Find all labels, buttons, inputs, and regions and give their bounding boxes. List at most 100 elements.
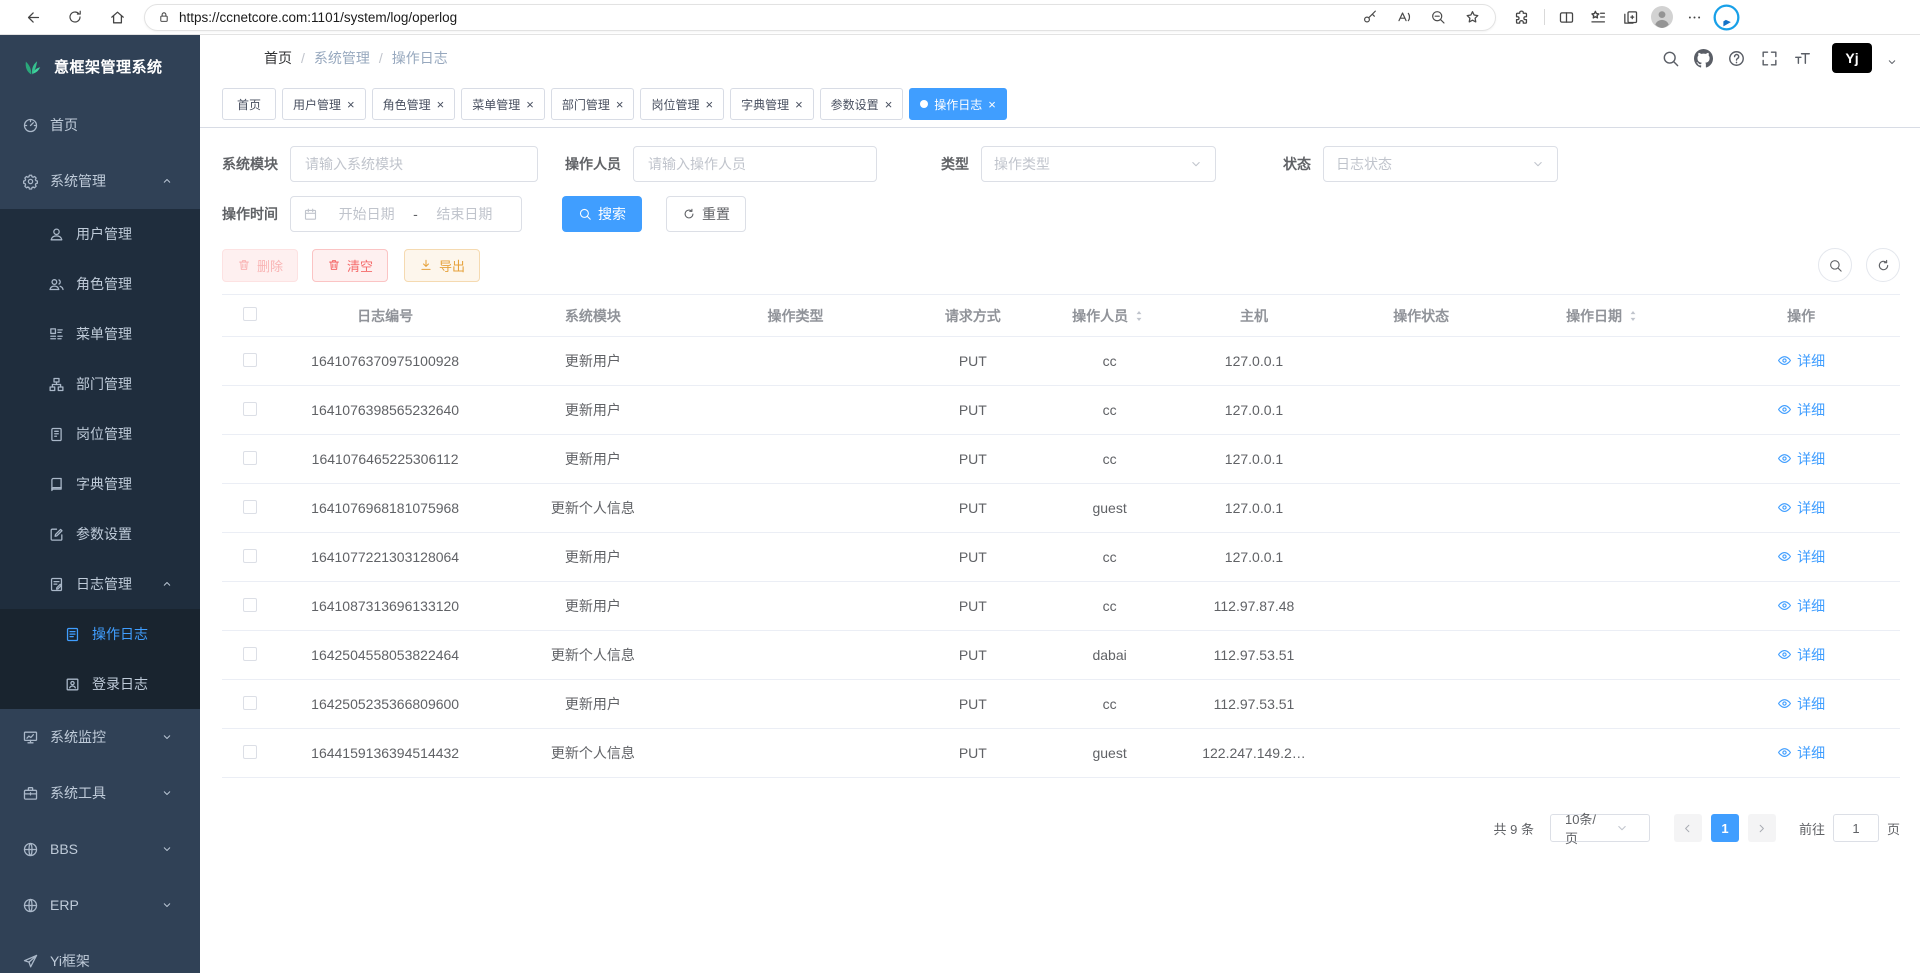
profile-button[interactable] (1647, 3, 1677, 31)
tab-close-icon[interactable]: × (795, 98, 803, 111)
tab-role[interactable]: 角色管理× (372, 88, 456, 120)
sidebar-item-system-mgmt[interactable]: 系统管理 (0, 153, 200, 209)
split-screen-button[interactable] (1551, 3, 1581, 31)
row-checkbox[interactable] (243, 696, 257, 710)
tab-dept[interactable]: 部门管理× (551, 88, 635, 120)
sidebar-item-param-settings[interactable]: 参数设置 (0, 509, 200, 559)
row-checkbox[interactable] (243, 745, 257, 759)
read-aloud-button[interactable] (1391, 5, 1417, 29)
user-avatar[interactable]: Yj (1832, 43, 1872, 73)
sidebar-item-yi-framework[interactable]: Yi框架 (0, 933, 200, 973)
bing-chat-button[interactable] (1711, 3, 1741, 31)
goto-label: 前往 (1799, 819, 1825, 838)
sidebar-fold-toggle[interactable] (222, 47, 244, 69)
reset-button[interactable]: 重置 (666, 196, 746, 232)
row-checkbox[interactable] (243, 402, 257, 416)
tab-home[interactable]: 首页 (222, 88, 276, 120)
sidebar-item-log-mgmt[interactable]: 日志管理 (0, 559, 200, 609)
sidebar-item-oper-log[interactable]: 操作日志 (0, 609, 200, 659)
status-select[interactable]: 日志状态 (1323, 146, 1558, 182)
clear-button[interactable]: 清空 (312, 249, 388, 282)
sidebar-item-erp[interactable]: ERP (0, 877, 200, 933)
row-checkbox[interactable] (243, 451, 257, 465)
tab-user[interactable]: 用户管理× (282, 88, 366, 120)
browser-home-button[interactable] (100, 3, 134, 31)
cell-date (1505, 533, 1703, 582)
sidebar-item-post-mgmt[interactable]: 岗位管理 (0, 409, 200, 459)
operator-input[interactable] (646, 155, 864, 173)
favorites-button[interactable] (1583, 3, 1613, 31)
tab-operlog[interactable]: 操作日志× (909, 88, 1007, 120)
tab-close-icon[interactable]: × (616, 98, 624, 111)
font-size-icon[interactable] (1793, 49, 1812, 68)
address-bar[interactable]: https://ccnetcore.com:1101/system/log/op… (144, 4, 1496, 31)
detail-link[interactable]: 详细 (1777, 743, 1825, 763)
tab-close-icon[interactable]: × (526, 98, 534, 111)
tab-menu[interactable]: 菜单管理× (461, 88, 545, 120)
sidebar-item-role-mgmt[interactable]: 角色管理 (0, 259, 200, 309)
tab-dict[interactable]: 字典管理× (730, 88, 814, 120)
detail-link[interactable]: 详细 (1777, 449, 1825, 469)
row-checkbox[interactable] (243, 353, 257, 367)
chevron-down-icon[interactable] (1886, 56, 1898, 68)
sidebar-item-dict-mgmt[interactable]: 字典管理 (0, 459, 200, 509)
export-button[interactable]: 导出 (404, 249, 480, 282)
sidebar-item-user-mgmt[interactable]: 用户管理 (0, 209, 200, 259)
sidebar-item-label: 角色管理 (76, 274, 132, 294)
sidebar-item-home[interactable]: 首页 (0, 97, 200, 153)
browser-back-button[interactable] (16, 3, 50, 31)
date-range-picker[interactable]: 开始日期 - 结束日期 (290, 196, 522, 232)
tab-close-icon[interactable]: × (885, 98, 893, 111)
tab-post[interactable]: 岗位管理× (640, 88, 724, 120)
row-checkbox[interactable] (243, 598, 257, 612)
tab-close-icon[interactable]: × (347, 98, 355, 111)
next-page-button[interactable] (1748, 814, 1776, 842)
sort-icon (1625, 308, 1641, 324)
github-icon[interactable] (1694, 49, 1713, 68)
page-size-select[interactable]: 10条/页 (1550, 814, 1650, 842)
sidebar-item-menu-mgmt[interactable]: 菜单管理 (0, 309, 200, 359)
column-header-date[interactable]: 操作日期 (1505, 295, 1703, 337)
sidebar-item-login-log[interactable]: 登录日志 (0, 659, 200, 709)
zoom-out-button[interactable] (1425, 5, 1451, 29)
row-checkbox[interactable] (243, 549, 257, 563)
detail-link[interactable]: 详细 (1777, 400, 1825, 420)
select-all-checkbox[interactable] (243, 307, 257, 321)
extensions-button[interactable] (1506, 3, 1536, 31)
prev-page-button[interactable] (1674, 814, 1702, 842)
search-icon[interactable] (1661, 49, 1680, 68)
column-header-operator[interactable]: 操作人员 (1049, 295, 1171, 337)
page-number-1[interactable]: 1 (1711, 814, 1739, 842)
tab-close-icon[interactable]: × (705, 98, 713, 111)
browser-reload-button[interactable] (58, 3, 92, 31)
collections-button[interactable] (1615, 3, 1645, 31)
table-refresh-button[interactable] (1866, 248, 1900, 282)
tab-close-icon[interactable]: × (988, 98, 996, 111)
row-checkbox[interactable] (243, 500, 257, 514)
fullscreen-icon[interactable] (1760, 49, 1779, 68)
detail-link[interactable]: 详细 (1777, 694, 1825, 714)
detail-link[interactable]: 详细 (1777, 351, 1825, 371)
password-key-button[interactable] (1357, 5, 1383, 29)
help-icon[interactable] (1727, 49, 1746, 68)
table-search-toggle-button[interactable] (1818, 248, 1852, 282)
browser-menu-button[interactable] (1679, 3, 1709, 31)
module-input[interactable] (303, 155, 525, 173)
tab-close-icon[interactable]: × (437, 98, 445, 111)
breadcrumb-home[interactable]: 首页 (264, 48, 292, 68)
detail-link[interactable]: 详细 (1777, 645, 1825, 665)
row-checkbox[interactable] (243, 647, 257, 661)
sidebar-item-system-monitor[interactable]: 系统监控 (0, 709, 200, 765)
delete-button[interactable]: 删除 (222, 249, 298, 282)
type-select[interactable]: 操作类型 (981, 146, 1216, 182)
detail-link[interactable]: 详细 (1777, 498, 1825, 518)
detail-link[interactable]: 详细 (1777, 547, 1825, 567)
detail-link[interactable]: 详细 (1777, 596, 1825, 616)
sidebar-item-system-tools[interactable]: 系统工具 (0, 765, 200, 821)
sidebar-item-bbs[interactable]: BBS (0, 821, 200, 877)
add-favorite-button[interactable] (1459, 5, 1485, 29)
search-button[interactable]: 搜索 (562, 196, 642, 232)
goto-page-input[interactable] (1833, 814, 1879, 842)
tab-param[interactable]: 参数设置× (820, 88, 904, 120)
sidebar-item-dept-mgmt[interactable]: 部门管理 (0, 359, 200, 409)
